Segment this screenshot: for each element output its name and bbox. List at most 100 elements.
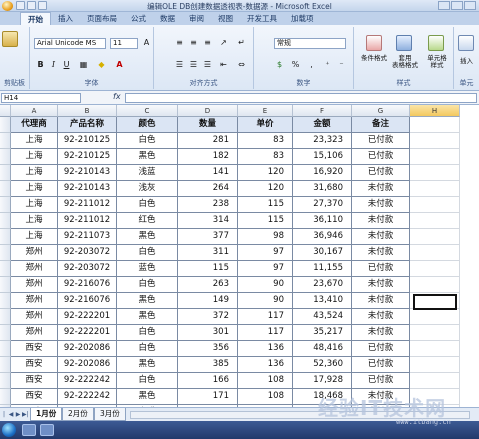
sheet-tab[interactable]: 3月份 <box>94 408 126 421</box>
table-cell[interactable]: 西安 <box>11 373 58 389</box>
empty-cell[interactable] <box>410 309 460 325</box>
table-cell[interactable]: 浅蓝 <box>117 165 178 181</box>
table-cell[interactable]: 已付款 <box>352 341 410 357</box>
table-cell[interactable]: 301 <box>178 325 238 341</box>
table-cell[interactable]: 43,524 <box>293 309 352 325</box>
table-cell[interactable]: 白色 <box>117 373 178 389</box>
active-cell-cursor[interactable] <box>413 294 457 310</box>
table-cell[interactable]: 141 <box>178 165 238 181</box>
ribbon-tab[interactable]: 开发工具 <box>240 12 284 25</box>
column-header[interactable]: H <box>410 105 460 117</box>
table-cell[interactable]: 52,360 <box>293 357 352 373</box>
table-cell[interactable]: 117 <box>238 309 293 325</box>
table-cell[interactable]: 上海 <box>11 165 58 181</box>
table-cell[interactable]: 西安 <box>11 341 58 357</box>
table-cell[interactable]: 120 <box>238 181 293 197</box>
bold-icon[interactable]: B <box>35 60 46 71</box>
worksheet-grid[interactable]: A B C D E F G H 代理商 产品名称 颜色 数量 单价 金额 备注 上海 92-210125 白色 28… <box>0 105 479 407</box>
fill-color-icon[interactable]: ◆ <box>96 60 107 71</box>
empty-cell[interactable] <box>410 277 460 293</box>
table-cell[interactable]: 149 <box>178 293 238 309</box>
table-cell[interactable]: 郑州 <box>11 309 58 325</box>
empty-cell[interactable] <box>410 213 460 229</box>
cell-styles-button[interactable]: 单元格 样式 <box>420 55 454 69</box>
borders-icon[interactable]: ▦ <box>78 60 89 71</box>
row-header[interactable] <box>0 117 11 133</box>
row-header[interactable] <box>0 357 11 373</box>
row-header[interactable] <box>0 165 11 181</box>
merge-center-icon[interactable]: ⇔ <box>236 60 247 71</box>
table-cell[interactable]: 115 <box>238 197 293 213</box>
insert-cells-icon[interactable] <box>458 35 474 51</box>
table-cell[interactable]: 314 <box>178 213 238 229</box>
empty-cell[interactable] <box>410 341 460 357</box>
table-cell[interactable]: 377 <box>178 229 238 245</box>
grow-font-icon[interactable]: A <box>141 38 152 49</box>
taskbar-app-icon[interactable] <box>22 424 36 436</box>
table-cell[interactable]: 红色 <box>117 213 178 229</box>
table-cell[interactable]: 36,110 <box>293 213 352 229</box>
conditional-format-icon[interactable] <box>366 35 382 51</box>
table-cell[interactable]: 郑州 <box>11 261 58 277</box>
table-cell[interactable]: 11,155 <box>293 261 352 277</box>
table-cell[interactable]: 92-202086 <box>58 341 117 357</box>
table-cell[interactable]: 黑色 <box>117 229 178 245</box>
ribbon-tab[interactable]: 审阅 <box>182 12 211 25</box>
table-cell[interactable]: 27,370 <box>293 197 352 213</box>
table-cell[interactable]: 白色 <box>117 341 178 357</box>
percent-icon[interactable]: % <box>290 60 301 71</box>
table-cell[interactable]: 48,416 <box>293 341 352 357</box>
table-cell[interactable]: 已付款 <box>352 165 410 181</box>
comma-icon[interactable]: , <box>306 60 317 71</box>
table-cell[interactable]: 已付款 <box>352 133 410 149</box>
table-cell[interactable]: 92-202086 <box>58 357 117 373</box>
table-cell[interactable]: 已付款 <box>352 149 410 165</box>
align-center-icon[interactable]: ☰ <box>188 60 199 71</box>
table-cell[interactable]: 108 <box>238 389 293 405</box>
table-cell[interactable]: 郑州 <box>11 325 58 341</box>
table-cell[interactable]: 黑色 <box>117 309 178 325</box>
table-cell[interactable]: 92-216076 <box>58 293 117 309</box>
table-cell[interactable]: 92-210143 <box>58 165 117 181</box>
row-header[interactable] <box>0 261 11 277</box>
table-cell[interactable]: 已付款 <box>352 357 410 373</box>
first-sheet-icon[interactable]: |◀ <box>1 410 7 427</box>
table-format-icon[interactable] <box>396 35 412 51</box>
close-button[interactable] <box>464 1 476 10</box>
empty-cell[interactable] <box>410 165 460 181</box>
table-cell[interactable]: 83 <box>238 133 293 149</box>
row-header[interactable] <box>0 197 11 213</box>
table-cell[interactable]: 90 <box>238 277 293 293</box>
empty-cell[interactable] <box>410 325 460 341</box>
table-cell[interactable]: 264 <box>178 181 238 197</box>
wrap-text-icon[interactable]: ↵ <box>236 38 247 49</box>
table-cell[interactable]: 115 <box>178 261 238 277</box>
table-cell[interactable]: 西安 <box>11 389 58 405</box>
table-cell[interactable]: 385 <box>178 357 238 373</box>
table-cell[interactable]: 黑色 <box>117 293 178 309</box>
table-cell[interactable]: 92-216076 <box>58 277 117 293</box>
table-cell[interactable]: 92-211012 <box>58 197 117 213</box>
table-cell[interactable]: 郑州 <box>11 277 58 293</box>
conditional-format-button[interactable]: 条件格式 <box>356 55 392 62</box>
table-cell[interactable]: 未付款 <box>352 245 410 261</box>
table-cell[interactable]: 23,323 <box>293 133 352 149</box>
column-header[interactable]: E <box>238 105 293 117</box>
select-all-corner[interactable] <box>0 105 11 117</box>
table-cell[interactable]: 31,680 <box>293 181 352 197</box>
table-cell[interactable]: 白色 <box>117 133 178 149</box>
table-cell[interactable]: 上海 <box>11 181 58 197</box>
table-cell[interactable]: 上海 <box>11 133 58 149</box>
table-cell[interactable]: 未付款 <box>352 181 410 197</box>
table-cell[interactable]: 136 <box>238 357 293 373</box>
indent-icon[interactable]: ⇤ <box>218 60 229 71</box>
table-cell[interactable]: 上海 <box>11 229 58 245</box>
empty-cell[interactable] <box>410 197 460 213</box>
orientation-icon[interactable]: ↗ <box>218 38 229 49</box>
table-cell[interactable]: 白色 <box>117 277 178 293</box>
table-cell[interactable]: 郑州 <box>11 245 58 261</box>
row-header[interactable] <box>0 277 11 293</box>
table-cell[interactable]: 未付款 <box>352 213 410 229</box>
empty-cell[interactable] <box>410 149 460 165</box>
last-sheet-icon[interactable]: ▶| <box>22 410 29 419</box>
